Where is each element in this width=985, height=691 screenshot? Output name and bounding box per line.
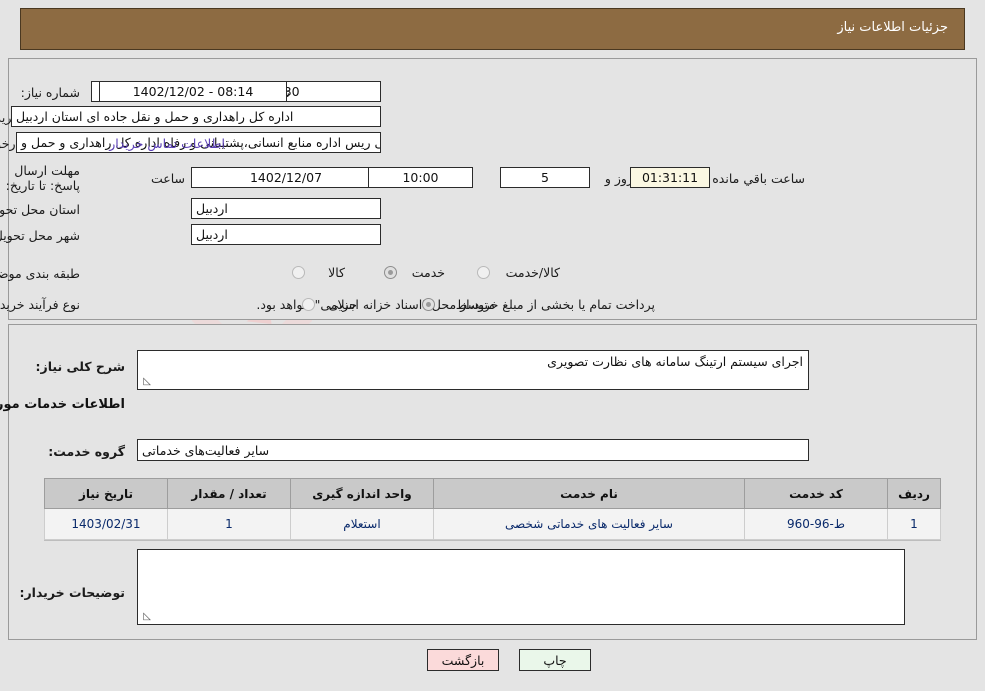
radio-label-kala[interactable]: کالا [328, 265, 345, 280]
buyer-notes-textarea[interactable]: ◺ [137, 549, 905, 625]
service-group-label: گروه خدمت: [48, 444, 125, 459]
td-service-code: ط-96-960 [744, 508, 888, 540]
buyer-org-field[interactable]: اداره کل راهداری و حمل و نقل جاده ای است… [11, 106, 381, 127]
table-header-row: ردیف کد خدمت نام خدمت واحد اندازه گیری ت… [44, 478, 941, 509]
deadline-days-field[interactable]: 5 [500, 167, 590, 188]
public-announce-field[interactable]: 08:14 - 1402/12/02 [99, 81, 287, 102]
resize-grip-icon[interactable]: ◺ [141, 377, 151, 387]
th-need-date: تاریخ نیاز [44, 478, 168, 509]
deadline-remaining-label: ساعت باقي مانده [712, 171, 805, 186]
buyer-contact-link[interactable]: اطلاعات تماس خریدار [109, 136, 225, 151]
th-service-name: نام خدمت [433, 478, 745, 509]
services-section-title: اطلاعات خدمات مورد نیاز [0, 397, 125, 412]
table-row[interactable]: 1 ط-96-960 سایر فعالیت های خدماتی شخصی ا… [44, 508, 941, 540]
general-desc-textarea[interactable]: اجرای سیستم ارتینگ سامانه های نظارت تصوی… [137, 350, 809, 390]
td-need-date: 1403/02/31 [44, 508, 168, 540]
radio-subject-kala[interactable] [292, 266, 305, 279]
resize-grip-icon-notes[interactable]: ◺ [141, 612, 151, 622]
delivery-province-label: استان محل تحویل: [0, 202, 80, 217]
radio-label-khedmat[interactable]: خدمت [412, 265, 445, 280]
radio-label-kala-khedmat[interactable]: کالا/خدمت [506, 265, 560, 280]
radio-label-motevaset[interactable]: متوسط [456, 297, 495, 312]
delivery-province-field[interactable]: اردبیل [191, 198, 381, 219]
th-service-code: کد خدمت [744, 478, 888, 509]
radio-subject-khedmat[interactable] [384, 266, 397, 279]
need-number-label: شماره نیاز: [20, 85, 80, 100]
back-button[interactable]: بازگشت [427, 649, 499, 671]
general-desc-value: اجرای سیستم ارتینگ سامانه های نظارت تصوی… [547, 354, 803, 369]
purchase-type-label: نوع فرآیند خرید : [0, 297, 80, 312]
td-unit: استعلام [290, 508, 434, 540]
td-quantity: 1 [167, 508, 291, 540]
buyer-notes-label: توضیحات خریدار: [19, 585, 125, 600]
page-root: ➘ AnaTender.net جزئیات اطلاعات نیاز شمار… [0, 0, 985, 691]
service-group-field[interactable]: سایر فعالیت‌های خدماتی [137, 439, 809, 461]
deadline-label: مهلت ارسال پاسخ: تا تاریخ: [5, 163, 80, 193]
td-service-name: سایر فعالیت های خدماتی شخصی [433, 508, 745, 540]
th-unit: واحد اندازه گیری [290, 478, 434, 509]
subject-class-label: طبقه بندی موضوعی: [0, 266, 80, 281]
th-quantity: تعداد / مقدار [167, 478, 291, 509]
print-button[interactable]: چاپ [519, 649, 591, 671]
th-radif: ردیف [887, 478, 941, 509]
radio-purchase-motevaset[interactable] [422, 298, 435, 311]
delivery-city-field[interactable]: اردبیل [191, 224, 381, 245]
deadline-date-field[interactable]: 1402/12/07 [191, 167, 381, 188]
deadline-hour-field[interactable]: 10:00 [368, 167, 473, 188]
deadline-hour-label: ساعت [150, 171, 185, 186]
deadline-countdown-field: 01:31:11 [630, 167, 710, 188]
services-table: ردیف کد خدمت نام خدمت واحد اندازه گیری ت… [44, 478, 941, 540]
page-title: جزئیات اطلاعات نیاز [837, 20, 948, 35]
general-desc-label: شرح کلی نیاز: [35, 359, 125, 374]
delivery-city-label: شهر محل تحویل: [0, 228, 80, 243]
td-radif: 1 [887, 508, 941, 540]
deadline-days-label: روز و [604, 171, 633, 186]
radio-label-jozi[interactable]: جزیی [328, 297, 357, 312]
radio-purchase-jozi[interactable] [302, 298, 315, 311]
radio-subject-kala-khedmat[interactable] [477, 266, 490, 279]
window-titlebar: جزئیات اطلاعات نیاز [20, 8, 965, 50]
